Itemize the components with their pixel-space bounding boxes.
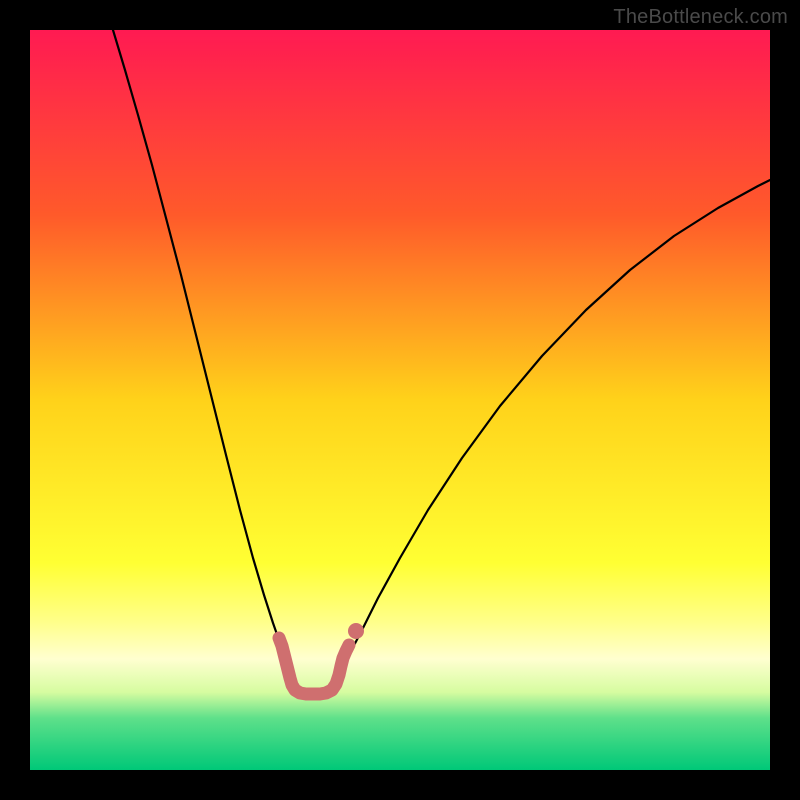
marker-dot xyxy=(348,623,364,639)
chart-background xyxy=(30,30,770,770)
chart-svg xyxy=(30,30,770,770)
plot-area xyxy=(30,30,770,770)
chart-frame: TheBottleneck.com xyxy=(0,0,800,800)
attribution-label: TheBottleneck.com xyxy=(613,6,788,29)
